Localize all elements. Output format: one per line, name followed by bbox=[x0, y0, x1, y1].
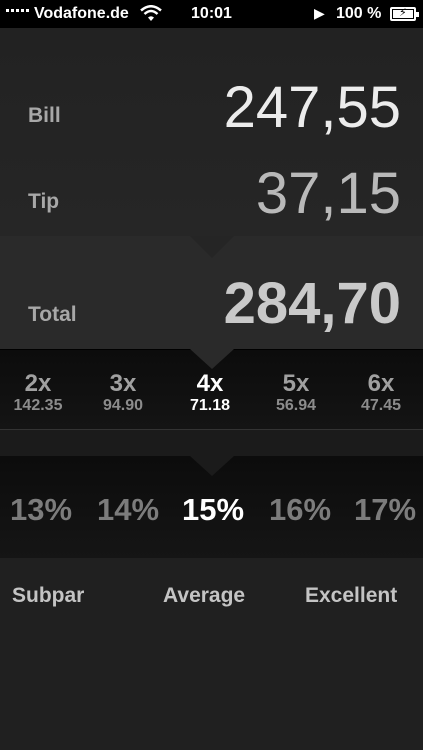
split-option-5x[interactable]: 5x 56.94 bbox=[261, 370, 331, 415]
split-amount: 47.45 bbox=[360, 397, 402, 414]
split-multiplier: 2x bbox=[24, 370, 52, 397]
split-amount: 71.18 bbox=[189, 397, 231, 414]
bill-label: Bill bbox=[28, 104, 61, 127]
total-amount: 284,70 bbox=[223, 271, 401, 336]
battery-percent: 100 % bbox=[336, 5, 382, 22]
tip-label: Tip bbox=[28, 190, 60, 213]
split-amount: 94.90 bbox=[102, 397, 144, 414]
percent-pointer-notch bbox=[190, 456, 234, 476]
total-label: Total bbox=[28, 303, 77, 326]
status-bar: Vodafone.de 10:01 ▶ 100 % ⚡ bbox=[0, 0, 423, 28]
split-pointer-notch bbox=[190, 349, 234, 369]
pointer-notch bbox=[190, 236, 234, 258]
split-amount: 56.94 bbox=[275, 397, 317, 414]
split-option-2x[interactable]: 2x 142.35 bbox=[3, 370, 73, 415]
tip-percent-16[interactable]: 16% bbox=[269, 492, 331, 528]
split-amount: 142.35 bbox=[13, 397, 63, 414]
rating-excellent[interactable]: Excellent bbox=[305, 584, 397, 608]
split-option-4x[interactable]: 4x 71.18 bbox=[175, 370, 245, 415]
rating-subpar[interactable]: Subpar bbox=[12, 584, 84, 608]
tip-percent-17[interactable]: 17% bbox=[354, 492, 416, 528]
tip-percent-15[interactable]: 15% bbox=[182, 492, 244, 528]
battery-icon: ⚡ bbox=[390, 7, 419, 21]
split-multiplier: 5x bbox=[282, 370, 310, 397]
bill-amount[interactable]: 247,55 bbox=[224, 74, 401, 141]
split-option-6x[interactable]: 6x 47.45 bbox=[346, 370, 416, 415]
tip-amount: 37,15 bbox=[255, 161, 401, 226]
rating-average[interactable]: Average bbox=[163, 584, 245, 608]
tip-percent-14[interactable]: 14% bbox=[97, 492, 159, 528]
split-multiplier: 6x bbox=[367, 370, 395, 397]
play-icon: ▶ bbox=[314, 5, 325, 21]
tip-percent-13[interactable]: 13% bbox=[10, 492, 72, 528]
split-multiplier: 3x bbox=[109, 370, 137, 397]
split-multiplier: 4x bbox=[196, 370, 224, 397]
split-option-3x[interactable]: 3x 94.90 bbox=[88, 370, 158, 415]
panel-divider bbox=[0, 430, 423, 456]
